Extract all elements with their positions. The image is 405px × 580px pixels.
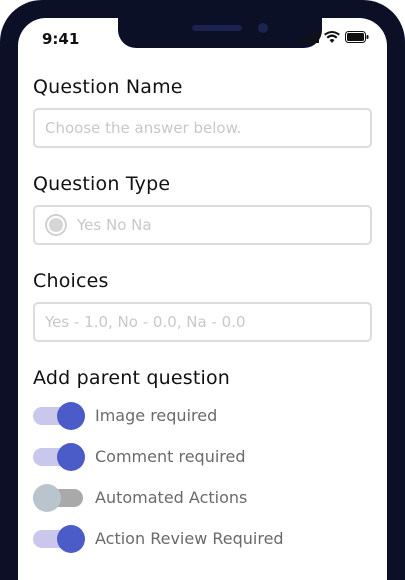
comment-required-label: Comment required xyxy=(95,447,246,466)
choices-placeholder: Yes - 1.0, No - 0.0, Na - 0.0 xyxy=(45,313,246,331)
toggle-knob xyxy=(57,442,85,471)
camera xyxy=(258,23,268,33)
question-type-select[interactable]: Yes No Na xyxy=(33,205,372,245)
notch xyxy=(118,18,322,48)
automated-actions-toggle[interactable] xyxy=(33,483,85,512)
signal-icon xyxy=(301,31,319,43)
action-review-required-label: Action Review Required xyxy=(95,529,284,548)
question-name-label: Question Name xyxy=(33,76,183,98)
toggle-knob xyxy=(33,483,61,512)
battery-icon xyxy=(345,31,369,43)
toggle-row-automated-actions: Automated Actions xyxy=(33,477,372,518)
screen: 9:41 Question Name Choose the answer bel… xyxy=(18,18,387,580)
status-time: 9:41 xyxy=(42,30,80,48)
speaker xyxy=(192,25,242,31)
toggle-knob xyxy=(57,524,85,553)
question-name-input[interactable]: Choose the answer below. xyxy=(33,108,372,148)
action-review-required-toggle[interactable] xyxy=(33,524,85,553)
toggle-row-image-required: Image required xyxy=(33,395,372,436)
image-required-toggle[interactable] xyxy=(33,401,85,430)
toggle-knob xyxy=(57,401,85,430)
choices-input[interactable]: Yes - 1.0, No - 0.0, Na - 0.0 xyxy=(33,302,372,342)
toggle-row-comment-required: Comment required xyxy=(33,436,372,477)
question-type-label: Question Type xyxy=(33,173,171,195)
automated-actions-label: Automated Actions xyxy=(95,488,248,507)
radio-icon xyxy=(45,214,67,236)
phone-frame: 9:41 Question Name Choose the answer bel… xyxy=(0,0,405,580)
question-form: Question Name Choose the answer below. Q… xyxy=(33,76,372,559)
wifi-icon xyxy=(324,31,340,43)
question-name-placeholder: Choose the answer below. xyxy=(45,119,242,137)
status-icons xyxy=(301,31,369,43)
choices-label: Choices xyxy=(33,270,109,292)
comment-required-toggle[interactable] xyxy=(33,442,85,471)
image-required-label: Image required xyxy=(95,406,218,425)
toggle-row-action-review-required: Action Review Required xyxy=(33,518,372,559)
add-parent-question-label: Add parent question xyxy=(33,367,231,389)
question-type-value: Yes No Na xyxy=(77,216,152,234)
